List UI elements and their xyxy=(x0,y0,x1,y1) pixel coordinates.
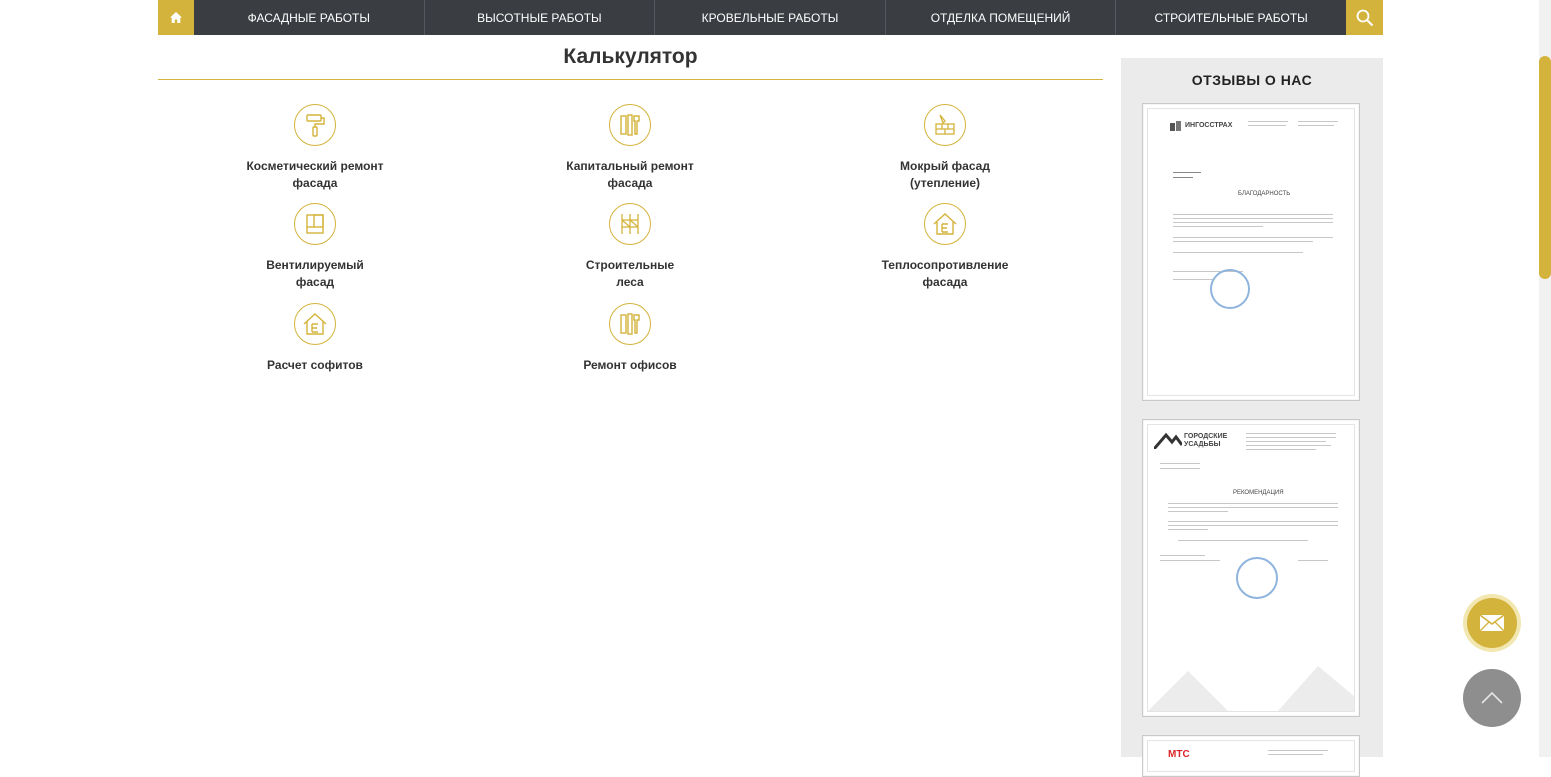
scroll-to-top-button[interactable] xyxy=(1463,669,1521,727)
stamp-icon xyxy=(1210,269,1250,309)
chevron-up-icon xyxy=(1481,692,1503,704)
facade-panel-icon xyxy=(294,203,336,245)
decorative-pattern-icon xyxy=(1148,666,1354,711)
calc-item-label: Вентилируемый фасад xyxy=(266,258,364,289)
calc-item-label: Ремонт офисов xyxy=(583,358,677,372)
document-page: ГОРОДСКИЕ УСАДЬБЫ РЕКОМЕНДАЦИЯ xyxy=(1147,424,1355,712)
search-button[interactable] xyxy=(1346,0,1383,35)
top-navigation: ФАСАДНЫЕ РАБОТЫ ВЫСОТНЫЕ РАБОТЫ КРОВЕЛЬН… xyxy=(158,0,1383,35)
calc-item-office-repair[interactable]: Ремонт офисов xyxy=(510,303,750,374)
paint-roller-icon xyxy=(294,104,336,146)
home-button[interactable] xyxy=(158,0,194,35)
calc-item-label: Косметический ремонт фасада xyxy=(246,159,384,190)
calc-item-thermal-resistance[interactable]: Теплосопротивление фасада xyxy=(825,203,1065,291)
document-logo-icon xyxy=(1170,121,1181,131)
stamp-icon xyxy=(1236,557,1278,599)
document-heading: БЛАГОДАРНОСТЬ xyxy=(1238,191,1291,197)
calc-item-scaffolding[interactable]: Строительные леса xyxy=(510,203,750,291)
calc-item-major-facade-repair[interactable]: Капитальный ремонт фасада xyxy=(510,104,750,192)
document-heading: РЕКОМЕНДАЦИЯ xyxy=(1233,490,1284,496)
calc-item-label: Теплосопротивление фасада xyxy=(881,258,1009,289)
house-icon xyxy=(924,203,966,245)
nav-item-facade-works[interactable]: ФАСАДНЫЕ РАБОТЫ xyxy=(194,0,425,35)
reviews-sidebar: ОТЗЫВЫ О НАС ИНГОССТРАХ БЛАГОДАРНОСТЬ ГО… xyxy=(1121,58,1383,777)
calc-item-wet-facade[interactable]: Мокрый фасад (утепление) xyxy=(825,104,1065,192)
home-icon xyxy=(170,12,182,23)
nav-item-construction-works[interactable]: СТРОИТЕЛЬНЫЕ РАБОТЫ xyxy=(1116,0,1346,35)
calc-item-ventilated-facade[interactable]: Вентилируемый фасад xyxy=(195,203,435,291)
house-icon xyxy=(294,303,336,345)
document-logo-text: ИНГОССТРАХ xyxy=(1185,122,1233,129)
calc-item-cosmetic-facade-repair[interactable]: Косметический ремонт фасада xyxy=(195,104,435,192)
title-divider xyxy=(158,79,1103,80)
nav-item-roofing-works[interactable]: КРОВЕЛЬНЫЕ РАБОТЫ xyxy=(655,0,886,35)
tools-icon xyxy=(609,303,651,345)
envelope-icon xyxy=(1479,614,1505,632)
document-logo-icon xyxy=(1154,432,1182,449)
calc-item-label: Расчет софитов xyxy=(267,358,363,372)
scrollbar-thumb[interactable] xyxy=(1539,56,1551,279)
calc-item-label: Строительные леса xyxy=(585,258,675,289)
review-document-gorodskie-usadby[interactable]: ГОРОДСКИЕ УСАДЬБЫ РЕКОМЕНДАЦИЯ xyxy=(1142,419,1360,717)
document-logo-text: МТС xyxy=(1168,749,1190,760)
tools-icon xyxy=(609,104,651,146)
sidebar-title: ОТЗЫВЫ О НАС xyxy=(1191,72,1313,88)
document-page: МТС xyxy=(1147,740,1355,772)
nav-item-interior-finishing[interactable]: ОТДЕЛКА ПОМЕЩЕНИЙ xyxy=(886,0,1117,35)
document-page: ИНГОССТРАХ БЛАГОДАРНОСТЬ xyxy=(1147,108,1355,396)
calc-item-label: Капитальный ремонт фасада xyxy=(566,159,694,190)
page-title: Калькулятор xyxy=(563,45,698,68)
calc-item-label: Мокрый фасад (утепление) xyxy=(900,159,990,190)
bricks-trowel-icon xyxy=(924,104,966,146)
review-document-ingosstrakh[interactable]: ИНГОССТРАХ БЛАГОДАРНОСТЬ xyxy=(1142,103,1360,401)
document-logo-text: ГОРОДСКИЕ УСАДЬБЫ xyxy=(1184,433,1228,448)
scaffolding-icon xyxy=(609,203,651,245)
search-icon xyxy=(1356,9,1373,26)
contact-mail-button[interactable] xyxy=(1463,594,1521,652)
calc-item-soffit-calculation[interactable]: Расчет софитов xyxy=(195,303,435,374)
review-document-mts[interactable]: МТС xyxy=(1142,735,1360,777)
nav-item-high-rise-works[interactable]: ВЫСОТНЫЕ РАБОТЫ xyxy=(425,0,656,35)
